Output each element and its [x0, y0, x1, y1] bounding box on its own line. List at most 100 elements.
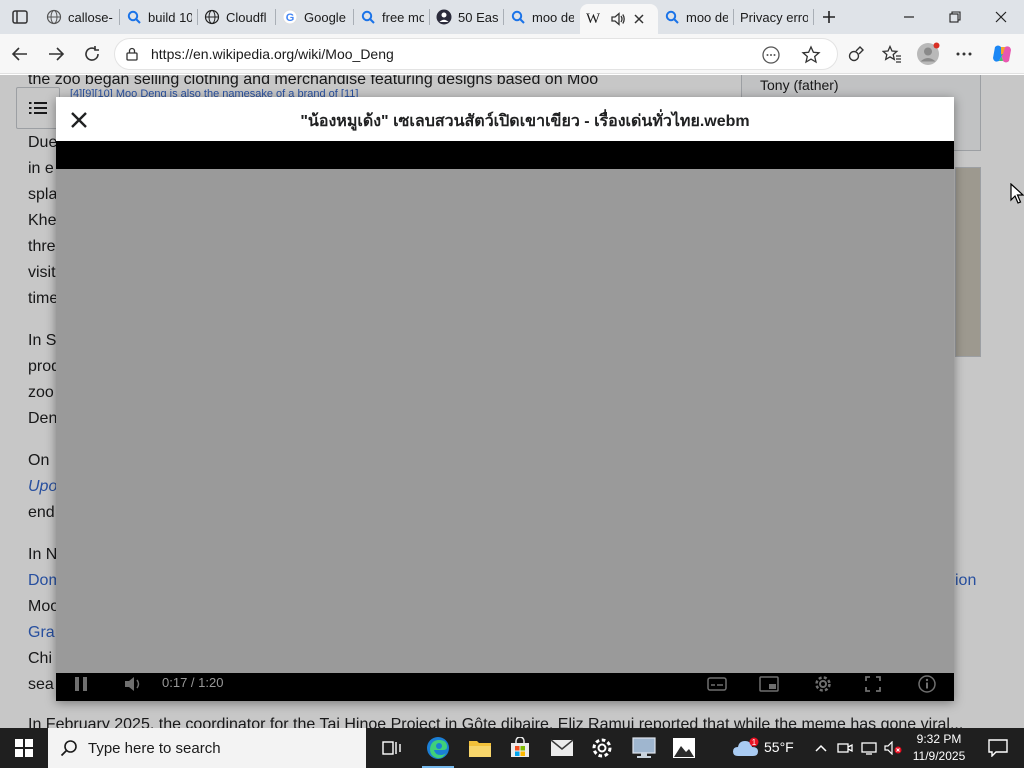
tab-label: build 10 [148, 9, 192, 25]
media-viewer: "น้องหมูเด้ง" เซเลบสวนสัตว์เปิดเขาเขียว … [56, 97, 954, 701]
notification-center-icon [988, 739, 1008, 757]
wikipedia-icon: W [586, 10, 601, 27]
search-icon [60, 740, 77, 757]
search-icon [510, 9, 526, 25]
url-text: https://en.wikipedia.org/wiki/Moo_Deng [151, 46, 394, 62]
tab-wikipedia-active[interactable]: W [580, 4, 658, 34]
favorites-button[interactable] [878, 40, 906, 68]
settings-menu-button[interactable] [950, 40, 978, 68]
taskbar-store[interactable] [500, 728, 540, 768]
search-icon [126, 9, 142, 25]
folder-icon [469, 741, 491, 757]
cloud-icon: 1 [733, 737, 759, 756]
tab-moo-deng-2[interactable]: moo de [658, 0, 734, 34]
new-tab-button[interactable] [814, 2, 844, 32]
tray-meet-now[interactable] [832, 728, 858, 768]
network-icon [861, 742, 877, 755]
forward-button[interactable] [42, 40, 70, 68]
picture-in-picture-button[interactable] [758, 673, 780, 695]
monitor-icon [632, 737, 656, 758]
store-icon [511, 737, 529, 757]
clock-time: 9:32 PM [916, 732, 962, 746]
google-icon: G [282, 9, 298, 25]
tab-strip: callose- build 10 Cloudfl G Google free … [0, 0, 1024, 34]
profile-button[interactable] [914, 40, 942, 68]
mail-icon [550, 739, 574, 756]
profile-icon [436, 9, 452, 25]
video-time: 0:17 / 1:20 [162, 675, 224, 690]
refresh-button[interactable] [78, 40, 106, 68]
tab-privacy-error[interactable]: Privacy error [734, 0, 814, 34]
gear-icon [815, 676, 831, 692]
tab-label: moo de [686, 9, 728, 25]
volume-muted-icon [884, 741, 902, 755]
fullscreen-button[interactable] [862, 673, 884, 695]
tab-build[interactable]: build 10 [120, 0, 198, 34]
weather-widget[interactable]: 1 [726, 728, 766, 768]
play-pause-button[interactable] [70, 673, 92, 695]
notifications-button[interactable] [978, 728, 1018, 768]
camera-icon [837, 743, 853, 753]
close-viewer-button[interactable] [66, 107, 92, 133]
media-title: "น้องหมูเด้ง" เซเลบสวนสัตว์เปิดเขาเขียว … [300, 113, 750, 130]
browser-toolbar: https://en.wikipedia.org/wiki/Moo_Deng [0, 34, 1024, 74]
tab-cloudflare[interactable]: Cloudfl [198, 0, 276, 34]
favorites-icon [882, 45, 901, 63]
captions-icon [707, 677, 727, 691]
windows-icon [15, 739, 33, 757]
taskbar-settings[interactable] [582, 728, 622, 768]
taskbar: Type here to search 1 55°F 9:32 PM 11/9/… [0, 728, 1024, 768]
taskbar-mail[interactable] [542, 728, 582, 768]
taskbar-search-input[interactable]: Type here to search [48, 728, 366, 768]
taskbar-file-explorer[interactable] [460, 728, 500, 768]
notification-count: 1 [752, 738, 757, 747]
edge-icon [427, 737, 449, 759]
extensions-button[interactable] [842, 40, 870, 68]
tab-callose[interactable]: callose- [40, 0, 120, 34]
taskbar-remote-desktop[interactable] [624, 728, 664, 768]
extensions-icon [848, 46, 864, 62]
taskbar-edge[interactable] [418, 728, 458, 768]
video-player[interactable] [56, 169, 954, 673]
back-button[interactable] [6, 40, 34, 68]
search-icon [360, 9, 376, 25]
tray-volume[interactable] [880, 728, 906, 768]
tab-actions-icon [12, 10, 28, 24]
tab-label: Cloudfl [226, 9, 267, 25]
task-view-button[interactable] [372, 728, 412, 768]
taskbar-photos[interactable] [664, 728, 704, 768]
tray-network[interactable] [856, 728, 882, 768]
system-clock[interactable]: 9:32 PM 11/9/2025 [904, 731, 974, 765]
close-window-button[interactable] [978, 0, 1024, 34]
address-bar[interactable]: https://en.wikipedia.org/wiki/Moo_Deng [114, 38, 838, 70]
restore-icon [949, 11, 961, 23]
media-viewer-header: "น้องหมูเด้ง" เซเลบสวนสัตว์เปิดเขาเขียว … [56, 97, 954, 141]
tab-google[interactable]: G Google [276, 0, 354, 34]
site-info-icon[interactable] [125, 47, 139, 61]
video-settings-button[interactable] [812, 673, 834, 695]
close-icon [71, 112, 87, 128]
avatar [917, 42, 940, 65]
minimize-button[interactable] [886, 0, 932, 34]
clock-date: 11/9/2025 [912, 749, 966, 763]
volume-button[interactable] [122, 673, 144, 695]
forward-arrow-icon [49, 47, 65, 61]
volume-icon [125, 677, 140, 691]
tab-50-easy[interactable]: 50 Easy [430, 0, 504, 34]
tab-free-mo[interactable]: free mo [354, 0, 430, 34]
restore-button[interactable] [932, 0, 978, 34]
fullscreen-icon [865, 676, 881, 692]
captions-button[interactable] [706, 673, 728, 695]
refresh-icon [85, 46, 99, 61]
copilot-button[interactable] [988, 40, 1016, 68]
gear-icon [592, 738, 612, 758]
favorite-star-icon[interactable] [801, 45, 821, 65]
tab-moo-deng-search[interactable]: moo de [504, 0, 580, 34]
start-button[interactable] [0, 728, 48, 768]
close-tab-icon[interactable] [634, 14, 644, 24]
reader-options-icon[interactable] [761, 45, 781, 65]
info-button[interactable] [916, 673, 938, 695]
tab-actions-button[interactable] [0, 0, 40, 34]
tab-label: Google [304, 9, 346, 25]
speaker-icon[interactable] [610, 11, 626, 27]
